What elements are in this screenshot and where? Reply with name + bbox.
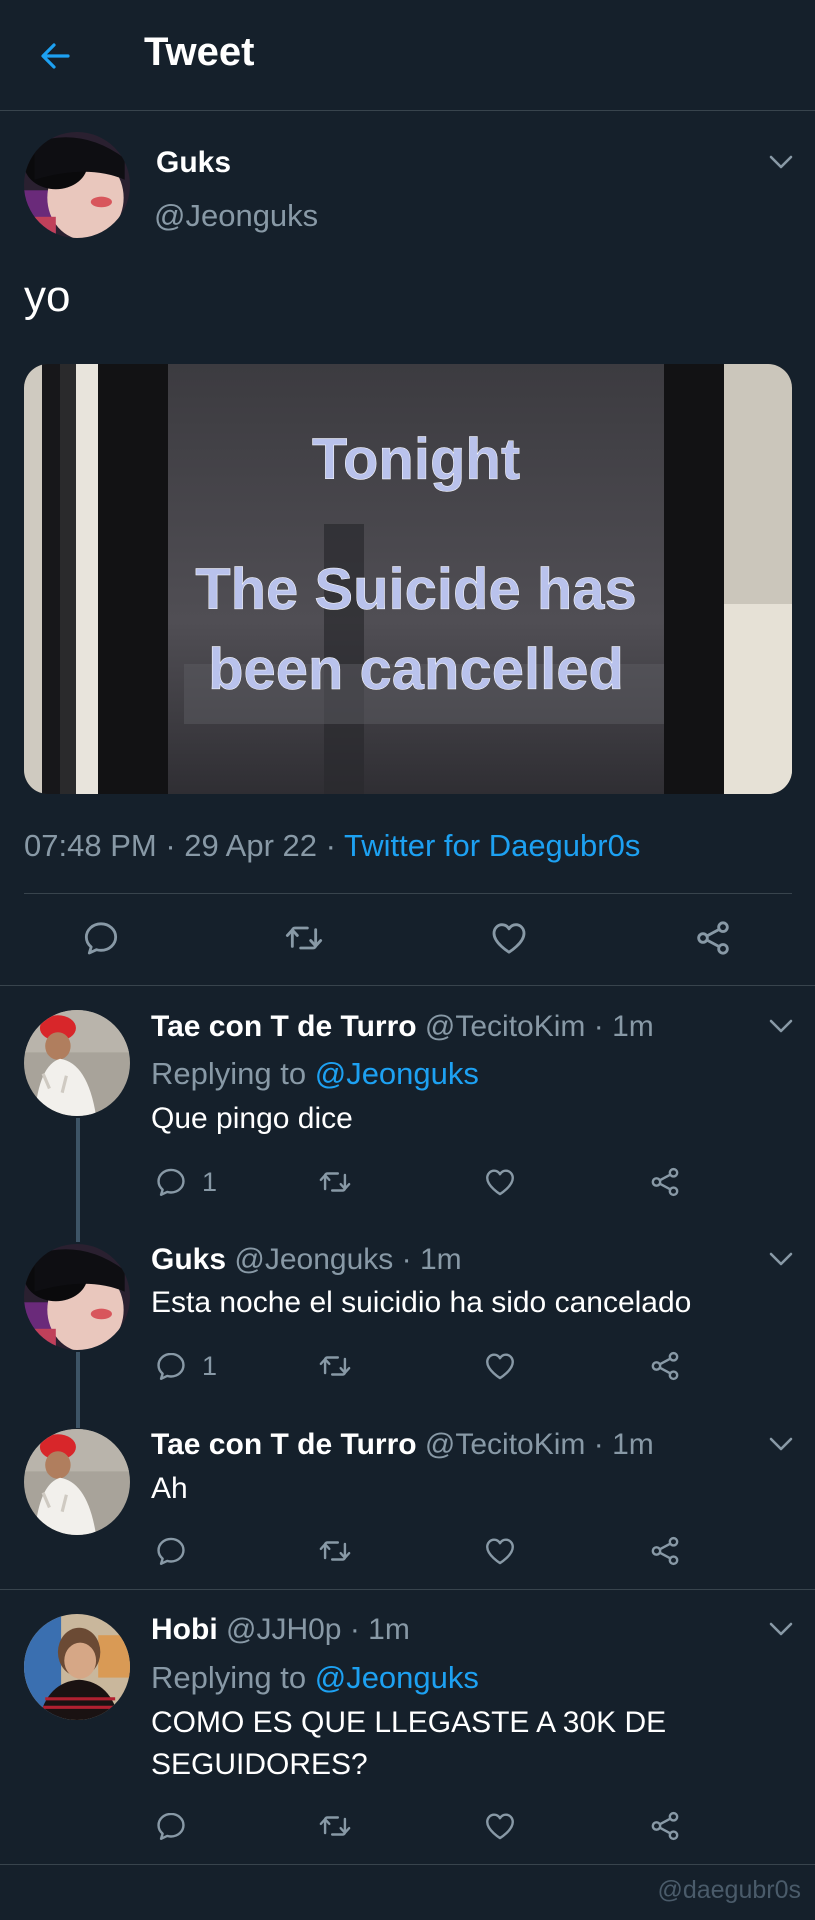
retweet-icon[interactable] — [318, 1349, 352, 1383]
avatar[interactable] — [24, 1429, 130, 1535]
divider — [0, 985, 815, 986]
reply-text: Ah — [151, 1472, 188, 1505]
tweet-time: 07:48 PM — [24, 828, 157, 863]
author-handle[interactable]: @Jeonguks — [154, 198, 318, 234]
like-icon[interactable] — [483, 1349, 517, 1383]
reply-count: 1 — [202, 1351, 218, 1381]
author-name: Tae con T de Turro — [151, 1010, 417, 1043]
chevron-down-icon[interactable] — [768, 1621, 794, 1637]
reply-text-line-1: COMO ES QUE LLEGASTE A 30K DE — [151, 1706, 667, 1739]
author-name[interactable]: Guks — [156, 146, 231, 180]
like-icon[interactable] — [489, 918, 529, 958]
reply-icon[interactable] — [154, 1349, 188, 1383]
top-bar: Tweet — [0, 0, 815, 111]
share-icon[interactable] — [648, 1809, 682, 1843]
reply-author[interactable]: Hobi @JJH0p · 1m — [151, 1613, 410, 1647]
author-name: Hobi — [151, 1613, 218, 1646]
like-icon[interactable] — [483, 1165, 517, 1199]
like-icon[interactable] — [483, 1534, 517, 1568]
chevron-down-icon[interactable] — [768, 1251, 794, 1267]
avatar[interactable] — [24, 1614, 130, 1720]
reply-icon[interactable] — [154, 1165, 188, 1199]
tweet-source[interactable]: Twitter for Daegubr0s — [344, 828, 640, 863]
thread-line — [76, 1352, 80, 1428]
divider — [0, 1589, 815, 1590]
replying-to-link[interactable]: @Jeonguks — [315, 1660, 479, 1695]
share-icon[interactable] — [648, 1165, 682, 1199]
avatar[interactable] — [24, 132, 130, 238]
reply-count: 1 — [202, 1167, 218, 1197]
image-caption-line-1: Tonight — [312, 427, 520, 492]
author-handle: @Jeonguks — [234, 1243, 394, 1276]
tweet-date: 29 Apr 22 — [184, 828, 317, 863]
share-icon[interactable] — [693, 918, 733, 958]
divider — [24, 893, 792, 894]
share-icon[interactable] — [648, 1534, 682, 1568]
replying-to-link[interactable]: @Jeonguks — [315, 1056, 479, 1091]
author-handle: @TecitoKim — [424, 1010, 586, 1043]
reply-time: 1m — [419, 1243, 462, 1276]
image-caption-line-3: been cancelled — [208, 637, 624, 702]
reply-icon[interactable] — [154, 1809, 188, 1843]
reply-time: 1m — [612, 1428, 654, 1461]
watermark: @daegubr0s — [657, 1876, 801, 1904]
tweet-meta: 07:48 PM · 29 Apr 22 · Twitter for Daegu… — [24, 828, 641, 863]
avatar[interactable] — [24, 1010, 130, 1116]
replying-to: Replying to @Jeonguks — [151, 1660, 479, 1695]
thread-line — [76, 1118, 80, 1242]
chevron-down-icon[interactable] — [768, 154, 794, 170]
avatar[interactable] — [24, 1244, 130, 1350]
tweet-image[interactable]: Tonight The Suicide has been cancelled — [24, 364, 792, 794]
reply-author[interactable]: Tae con T de Turro @TecitoKim · 1m — [151, 1428, 654, 1462]
replying-to: Replying to @Jeonguks — [151, 1056, 479, 1091]
reply-text: Que pingo dice — [151, 1102, 353, 1135]
retweet-icon[interactable] — [318, 1165, 352, 1199]
author-name: Guks — [151, 1243, 227, 1276]
author-handle: @JJH0p — [226, 1613, 342, 1646]
arrow-left-icon[interactable] — [36, 36, 76, 76]
image-caption-line-2: The Suicide has — [195, 557, 637, 622]
retweet-icon[interactable] — [284, 918, 324, 958]
reply-text: Esta noche el suicidio ha sido cancelado — [151, 1286, 692, 1319]
retweet-icon[interactable] — [318, 1809, 352, 1843]
reply-icon[interactable] — [81, 918, 121, 958]
chevron-down-icon[interactable] — [768, 1436, 794, 1452]
page-title: Tweet — [144, 30, 255, 74]
reply-time: 1m — [368, 1613, 410, 1646]
reply-icon[interactable] — [154, 1534, 188, 1568]
author-name: Tae con T de Turro — [151, 1428, 417, 1461]
chevron-down-icon[interactable] — [768, 1018, 794, 1034]
reply-author[interactable]: Tae con T de Turro @TecitoKim · 1m — [151, 1010, 654, 1044]
divider — [0, 1864, 815, 1865]
reply-author[interactable]: Guks @Jeonguks · 1m — [151, 1243, 462, 1277]
tweet-text: yo — [24, 272, 71, 321]
reply-time: 1m — [612, 1010, 654, 1043]
reply-text-line-2: SEGUIDORES? — [151, 1748, 368, 1781]
retweet-icon[interactable] — [318, 1534, 352, 1568]
like-icon[interactable] — [483, 1809, 517, 1843]
share-icon[interactable] — [648, 1349, 682, 1383]
author-handle: @TecitoKim — [424, 1428, 586, 1461]
